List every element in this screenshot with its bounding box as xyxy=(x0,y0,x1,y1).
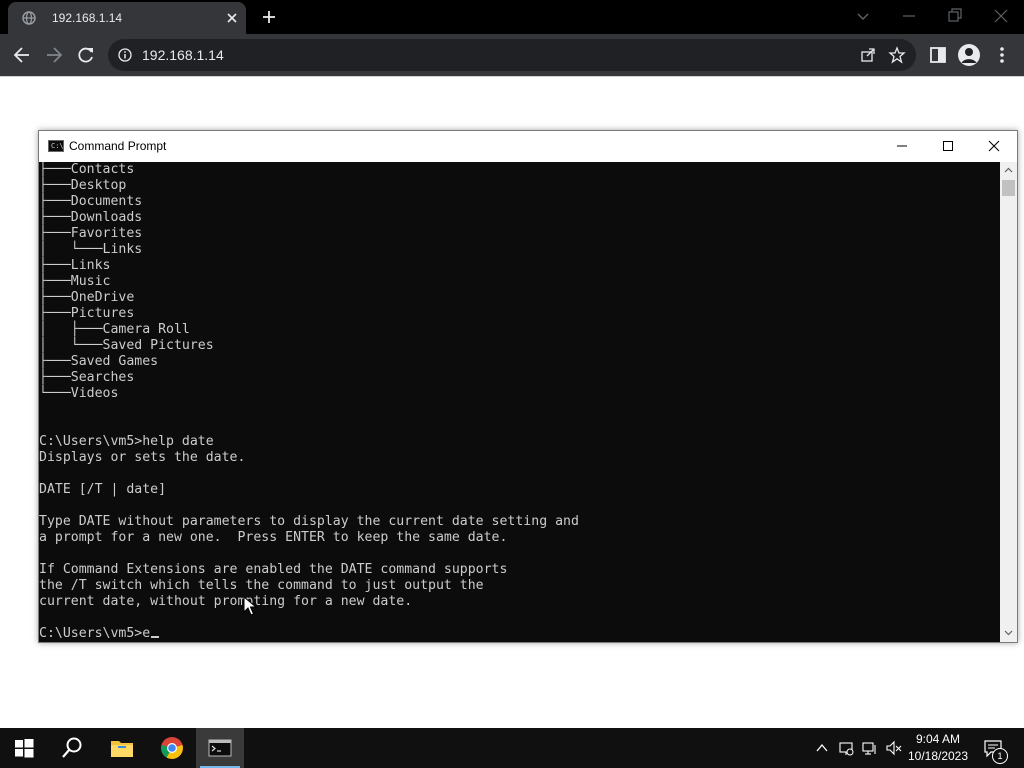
side-panel-icon[interactable] xyxy=(928,45,948,65)
url-text: 192.168.1.14 xyxy=(142,47,224,63)
browser-tab-strip: 192.168.1.14 xyxy=(0,0,1024,34)
text-cursor xyxy=(151,636,160,638)
console-line: ├───Links xyxy=(39,258,111,273)
volume-muted-icon[interactable] xyxy=(886,740,902,756)
vertical-scrollbar[interactable] xyxy=(1000,162,1017,642)
console-line: │ └───Saved Pictures xyxy=(39,338,214,353)
console-line: ├───Searches xyxy=(39,370,135,385)
tab-title: 192.168.1.14 xyxy=(52,11,123,25)
command-prompt-icon xyxy=(208,739,232,757)
person-icon xyxy=(961,48,977,63)
maximize-icon xyxy=(943,141,953,151)
scrollbar-thumb[interactable] xyxy=(1002,180,1015,196)
close-icon xyxy=(988,140,1000,152)
console-line: │ └───Links xyxy=(39,242,143,257)
mouse-pointer-icon xyxy=(243,596,257,616)
cmd-minimize-button[interactable] xyxy=(879,131,925,162)
clock-date: 10/18/2023 xyxy=(907,749,969,763)
bookmark-star-icon[interactable] xyxy=(888,46,906,64)
close-tab-icon[interactable] xyxy=(224,10,240,26)
console-line: the /T switch which tells the command to… xyxy=(39,578,484,593)
console-line: C:\Users\vm5>help date xyxy=(39,434,214,449)
folder-icon xyxy=(111,741,133,757)
chevron-up-icon[interactable] xyxy=(814,740,830,756)
console-line: DATE [/T | date] xyxy=(39,482,167,497)
console-line: ├───Downloads xyxy=(39,210,143,225)
browser-tab[interactable]: 192.168.1.14 xyxy=(8,2,246,34)
console-line: │ ├───Camera Roll xyxy=(39,322,190,337)
profile-avatar[interactable] xyxy=(958,44,980,66)
taskbar-file-explorer[interactable] xyxy=(98,728,146,768)
share-icon[interactable] xyxy=(860,47,876,63)
console-line: ├───Documents xyxy=(39,194,143,209)
console-line: ├───Music xyxy=(39,274,111,289)
system-clock[interactable]: 9:04 AM 10/18/2023 xyxy=(902,731,974,765)
network-status-icon[interactable] xyxy=(838,740,854,756)
new-tab-icon[interactable] xyxy=(260,8,278,26)
cmd-window-title: Command Prompt xyxy=(69,139,167,153)
restore-icon[interactable] xyxy=(945,6,965,26)
console-line: Type DATE without parameters to display … xyxy=(39,514,579,529)
console-line: ├───Pictures xyxy=(39,306,135,321)
taskbar-chrome[interactable] xyxy=(148,728,196,768)
notification-count-badge: 1 xyxy=(992,748,1008,764)
globe-icon xyxy=(22,11,36,25)
console-text: ├───Contacts ├───Desktop ├───Documents ├───… xyxy=(39,162,1000,626)
more-menu-icon[interactable] xyxy=(992,45,1012,65)
cmd-maximize-button[interactable] xyxy=(925,131,971,162)
console-line: ├───Contacts xyxy=(39,162,135,177)
console-line: ├───Saved Games xyxy=(39,354,159,369)
forward-icon[interactable] xyxy=(44,45,64,65)
start-button[interactable] xyxy=(0,728,48,768)
close-window-icon[interactable] xyxy=(991,6,1011,26)
back-icon[interactable] xyxy=(12,45,32,65)
cmd-close-button[interactable] xyxy=(971,131,1017,162)
console-line: ├───Favorites xyxy=(39,226,143,241)
taskbar-search-button[interactable] xyxy=(48,728,96,768)
minimize-icon xyxy=(897,145,907,147)
minimize-icon[interactable] xyxy=(899,6,919,26)
command-prompt-window[interactable]: C:\ Command Prompt ├───Contacts ├───Deskt… xyxy=(38,130,1018,643)
console-line: a prompt for a new one. Press ENTER to k… xyxy=(39,530,508,545)
windows-taskbar: 9:04 AM 10/18/2023 1 xyxy=(0,728,1024,768)
reload-icon[interactable] xyxy=(76,45,96,65)
console-output[interactable]: ├───Contacts ├───Desktop ├───Documents ├───… xyxy=(39,162,1000,642)
chrome-icon xyxy=(161,737,183,759)
scroll-up-icon[interactable] xyxy=(1004,166,1013,175)
console-line: current date, without prompting for a ne… xyxy=(39,594,413,609)
console-line: ├───OneDrive xyxy=(39,290,135,305)
prompt-input[interactable]: C:\Users\vm5>e xyxy=(39,626,150,641)
toolbar-divider xyxy=(0,76,1024,77)
windows-logo-icon xyxy=(15,739,34,758)
ethernet-icon[interactable] xyxy=(862,740,878,756)
scroll-down-icon[interactable] xyxy=(1004,628,1013,637)
cmd-titlebar[interactable]: C:\ Command Prompt xyxy=(39,131,1017,162)
console-line: └───Videos xyxy=(39,386,119,401)
site-info-icon[interactable] xyxy=(118,48,132,62)
cmd-app-icon: C:\ xyxy=(48,140,64,152)
console-line: Displays or sets the date. xyxy=(39,450,246,465)
search-icon xyxy=(62,737,82,758)
clock-time: 9:04 AM xyxy=(915,732,961,746)
tab-search-icon[interactable] xyxy=(853,6,873,26)
taskbar-command-prompt[interactable] xyxy=(196,728,244,768)
console-prompt-line[interactable]: C:\Users\vm5>e xyxy=(39,626,1000,642)
console-line: If Command Extensions are enabled the DA… xyxy=(39,562,508,577)
console-line: ├───Desktop xyxy=(39,178,127,193)
address-bar[interactable]: 192.168.1.14 xyxy=(108,39,916,71)
browser-toolbar: 192.168.1.14 xyxy=(0,34,1024,76)
